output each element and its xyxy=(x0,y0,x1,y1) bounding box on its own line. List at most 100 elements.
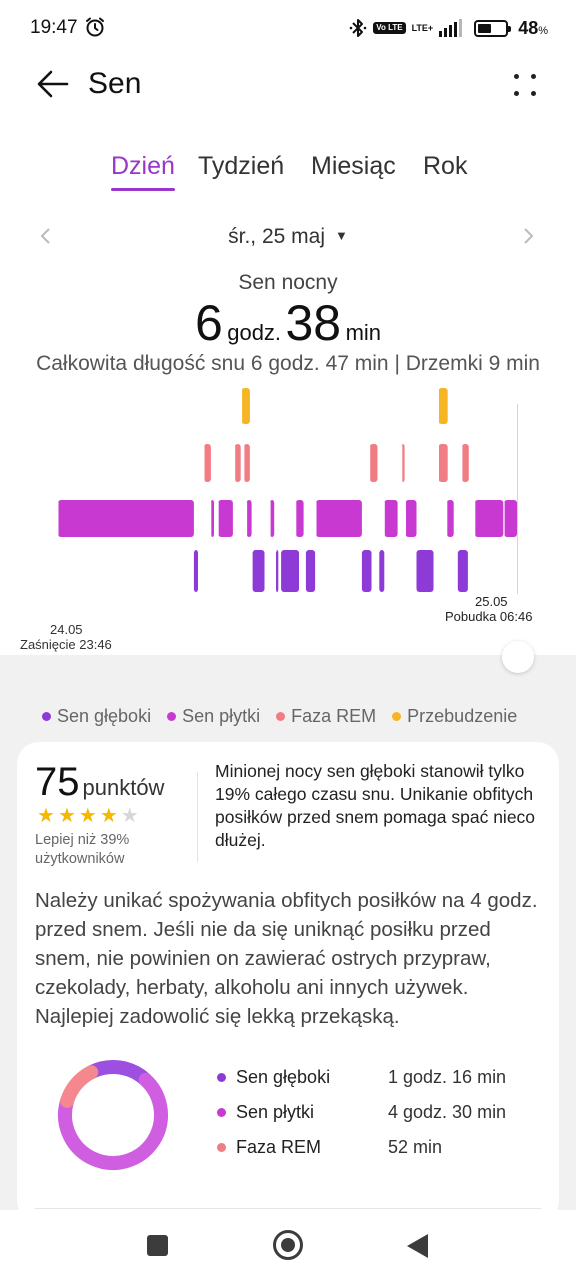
stage-name: Sen głęboki xyxy=(236,1067,331,1087)
bluetooth-icon xyxy=(349,19,367,37)
sleep-segment xyxy=(438,444,448,482)
legend-dot xyxy=(167,712,177,721)
sleep-segment xyxy=(474,500,504,537)
sleep-segment xyxy=(241,388,250,424)
system-nav-bar xyxy=(0,1210,576,1280)
legend-dot xyxy=(276,712,286,721)
chevron-right-icon[interactable] xyxy=(518,226,538,246)
sleep-segment xyxy=(379,550,385,592)
signal-icon xyxy=(439,19,463,37)
score-value: 75 xyxy=(35,760,80,804)
stage-value: 4 godz. 30 min xyxy=(388,1102,507,1122)
sleep-segment xyxy=(461,444,469,482)
chart-end-line xyxy=(517,404,518,594)
star-icon: ★ xyxy=(37,805,55,827)
stage-name: Sen płytki xyxy=(236,1102,315,1122)
stage-dot xyxy=(217,1108,226,1117)
home-icon[interactable] xyxy=(273,1230,303,1260)
sleep-start-time: Zaśnięcie 23:46 xyxy=(20,637,112,652)
battery-fill xyxy=(478,23,491,33)
star-rating: ★ ★ ★ ★ ★ xyxy=(37,806,139,826)
lte-icon: LTE+ xyxy=(411,23,434,33)
arrow-left-icon[interactable] xyxy=(36,66,70,102)
sleep-segment xyxy=(369,444,378,482)
stage-row-light: Sen płytki 4 godz. 30 min xyxy=(217,1102,537,1137)
sleep-segment xyxy=(316,500,362,537)
stage-value: 52 min xyxy=(388,1137,443,1157)
battery-icon xyxy=(474,19,512,37)
more-dots-icon[interactable] xyxy=(512,72,538,98)
sleep-segment xyxy=(295,500,304,537)
status-time: 19:47 xyxy=(30,17,78,38)
battery-percent: 48% xyxy=(518,17,548,38)
sleep-score-card: 75 punktów ★ ★ ★ ★ ★ Lepiej niż 39% użytkowni… xyxy=(17,742,559,1222)
sleep-segment xyxy=(218,500,233,537)
chart-scroll-handle[interactable] xyxy=(502,641,534,673)
sleep-start-date: 24.05 xyxy=(50,622,83,637)
recent-apps-icon[interactable] xyxy=(147,1235,168,1256)
donut-slice xyxy=(85,1060,152,1087)
wake-date: 25.05 xyxy=(475,594,508,609)
date-selector[interactable]: śr., 25 maj ▼ xyxy=(0,225,576,249)
status-icons: Vo LTE LTE+ 48% xyxy=(349,14,548,42)
stage-donut-chart xyxy=(58,1060,168,1170)
star-icon: ★ xyxy=(78,805,97,827)
sleep-segment xyxy=(504,500,517,537)
stage-dot xyxy=(217,1073,226,1082)
donut-slice xyxy=(58,1072,168,1170)
sleep-segment xyxy=(270,500,275,537)
sleep-segment xyxy=(281,550,299,592)
night-sleep-label: Sen nocny xyxy=(238,271,338,294)
sleep-minutes-unit: min xyxy=(345,320,382,345)
volte-icon: Vo LTE xyxy=(373,22,406,34)
sleep-segment xyxy=(361,550,372,592)
alarm-icon xyxy=(86,17,104,37)
sleep-segment xyxy=(276,550,279,592)
legend-rem: Faza REM xyxy=(276,706,376,727)
sleep-hours: 6 xyxy=(194,295,223,351)
stage-row-rem: Faza REM 52 min xyxy=(217,1137,537,1172)
tab-day[interactable]: Dzień xyxy=(111,152,175,181)
stage-value: 1 godz. 16 min xyxy=(388,1067,507,1087)
sleep-segment xyxy=(204,444,211,482)
signal-bar xyxy=(449,25,453,37)
sleep-segment xyxy=(252,550,265,592)
sleep-hours-unit: godz. xyxy=(227,320,282,345)
page-title: Sen xyxy=(88,67,142,100)
legend-deep: Sen głęboki xyxy=(42,706,151,727)
legend-dot xyxy=(42,712,51,721)
sleep-summary: Minionej nocy sen głęboki stanowił tylko… xyxy=(215,761,536,850)
star-icon: ★ xyxy=(120,805,139,827)
signal-bar xyxy=(454,22,458,37)
tab-year[interactable]: Rok xyxy=(423,152,467,181)
stage-name: Faza REM xyxy=(236,1137,322,1157)
stage-row-deep: Sen głęboki 1 godz. 16 min xyxy=(217,1067,537,1102)
tab-month[interactable]: Miesiąc xyxy=(311,152,396,181)
score-comparison: Lepiej niż 39% użytkowników xyxy=(35,832,130,867)
stage-dot xyxy=(217,1143,226,1152)
signal-bar xyxy=(439,31,443,37)
sleep-segment xyxy=(384,500,398,537)
legend-light: Sen płytki xyxy=(167,706,260,727)
sleep-segment xyxy=(457,550,468,592)
sleep-segment xyxy=(305,550,316,592)
sleep-segment xyxy=(446,500,454,537)
tab-underline xyxy=(111,188,175,191)
signal-bar xyxy=(444,28,448,37)
back-icon[interactable] xyxy=(407,1234,428,1258)
sleep-segment xyxy=(246,500,252,537)
star-icon: ★ xyxy=(57,805,76,827)
status-bar: 19:47 Vo LTE LTE+ 48% xyxy=(0,0,576,56)
sleep-segment xyxy=(58,500,194,537)
sleep-segment xyxy=(193,550,198,592)
sleep-segment xyxy=(405,500,417,537)
total-sleep-line: Całkowita długość snu 6 godz. 47 min | D… xyxy=(36,352,540,375)
tab-week[interactable]: Tydzień xyxy=(198,152,284,181)
signal-bar xyxy=(459,19,463,37)
sleep-advice: Należy unikać spożywania obfitych posiłk… xyxy=(35,889,538,1028)
divider xyxy=(197,772,198,862)
period-tabs: Dzień Tydzień Miesiąc Rok xyxy=(0,152,576,196)
sleep-segment xyxy=(416,550,434,592)
chart-legend: Sen głęboki Sen płytki Faza REM Przebudz… xyxy=(42,706,517,727)
donut-slice xyxy=(60,1065,99,1108)
